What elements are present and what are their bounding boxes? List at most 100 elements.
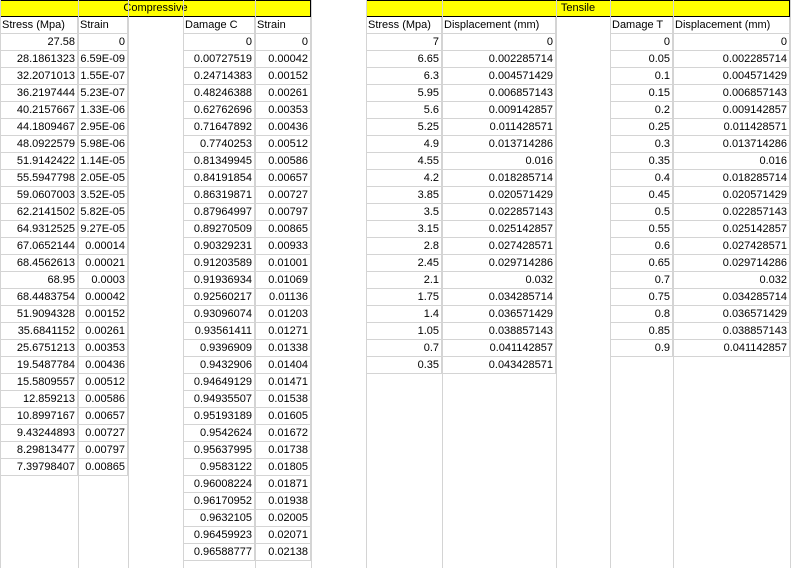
cell-tensile-displacement[interactable]: 0.029714286 xyxy=(442,255,556,272)
cell-compressive-strain[interactable]: 6.59E-09 xyxy=(78,51,128,68)
cell-compressive-strain[interactable]: 5.98E-06 xyxy=(78,136,128,153)
cell-damage-t[interactable]: 0.5 xyxy=(610,204,673,221)
header-strain[interactable]: Strain xyxy=(255,17,311,34)
cell-tensile-displacement[interactable]: 0 xyxy=(442,34,556,51)
cell-tensile-displacement[interactable]: 0.025142857 xyxy=(442,221,556,238)
cell-tensile-stress[interactable]: 4.2 xyxy=(366,170,442,187)
cell-damage-c[interactable]: 0.7740253 xyxy=(183,136,255,153)
cell-compressive-stress[interactable]: 28.1861323 xyxy=(0,51,78,68)
cell-damage-t-displacement[interactable]: 0.016 xyxy=(673,153,790,170)
cell-damage-c-strain[interactable]: 0.01538 xyxy=(255,391,311,408)
cell-compressive-stress[interactable]: 55.5947798 xyxy=(0,170,78,187)
cell-damage-c[interactable]: 0.9432906 xyxy=(183,357,255,374)
cell-damage-c[interactable]: 0.00727519 xyxy=(183,51,255,68)
cell-tensile-displacement[interactable]: 0.027428571 xyxy=(442,238,556,255)
cell-compressive-stress[interactable]: 67.0652144 xyxy=(0,238,78,255)
cell-damage-c-strain[interactable]: 0.01001 xyxy=(255,255,311,272)
cell-damage-c-strain[interactable]: 0.00933 xyxy=(255,238,311,255)
cell-damage-c[interactable]: 0.90329231 xyxy=(183,238,255,255)
cell-damage-t[interactable]: 0.05 xyxy=(610,51,673,68)
cell-damage-c[interactable]: 0.91936934 xyxy=(183,272,255,289)
cell-tensile-displacement[interactable]: 0.018285714 xyxy=(442,170,556,187)
cell-damage-t-displacement[interactable]: 0.041142857 xyxy=(673,340,790,357)
cell-compressive-strain[interactable]: 0.00021 xyxy=(78,255,128,272)
cell-compressive-stress[interactable]: 10.8997167 xyxy=(0,408,78,425)
cell-compressive-stress[interactable]: 8.29813477 xyxy=(0,442,78,459)
cell-tensile-stress[interactable]: 2.1 xyxy=(366,272,442,289)
cell-damage-c[interactable]: 0.92560217 xyxy=(183,289,255,306)
cell-damage-t[interactable]: 0.55 xyxy=(610,221,673,238)
cell-compressive-strain[interactable]: 0.00512 xyxy=(78,374,128,391)
cell-damage-t-displacement[interactable]: 0.006857143 xyxy=(673,85,790,102)
cell-tensile-stress[interactable]: 2.45 xyxy=(366,255,442,272)
cell-damage-t-displacement[interactable]: 0.025142857 xyxy=(673,221,790,238)
cell-tensile-stress[interactable]: 4.9 xyxy=(366,136,442,153)
cell-tensile-stress[interactable]: 3.85 xyxy=(366,187,442,204)
compressive-title[interactable]: Compressive xyxy=(0,0,311,17)
cell-damage-c-strain[interactable]: 0.01871 xyxy=(255,476,311,493)
cell-damage-t-displacement[interactable]: 0.027428571 xyxy=(673,238,790,255)
cell-tensile-displacement[interactable]: 0.036571429 xyxy=(442,306,556,323)
cell-compressive-stress[interactable]: 19.5487784 xyxy=(0,357,78,374)
cell-damage-c-strain[interactable]: 0.00042 xyxy=(255,51,311,68)
cell-damage-c[interactable]: 0.62762696 xyxy=(183,102,255,119)
cell-tensile-displacement[interactable]: 0.013714286 xyxy=(442,136,556,153)
cell-damage-t[interactable]: 0.15 xyxy=(610,85,673,102)
cell-compressive-strain[interactable]: 0.00797 xyxy=(78,442,128,459)
cell-damage-c[interactable]: 0.96459923 xyxy=(183,527,255,544)
cell-damage-t-displacement[interactable]: 0.018285714 xyxy=(673,170,790,187)
cell-compressive-stress[interactable]: 48.0922579 xyxy=(0,136,78,153)
cell-tensile-stress[interactable]: 3.5 xyxy=(366,204,442,221)
cell-damage-t[interactable]: 0.85 xyxy=(610,323,673,340)
cell-compressive-stress[interactable]: 27.58 xyxy=(0,34,78,51)
cell-compressive-strain[interactable]: 0.00261 xyxy=(78,323,128,340)
cell-damage-c[interactable]: 0.9542624 xyxy=(183,425,255,442)
cell-damage-t[interactable]: 0.35 xyxy=(610,153,673,170)
cell-damage-c[interactable]: 0.84191854 xyxy=(183,170,255,187)
cell-compressive-stress[interactable]: 68.4562613 xyxy=(0,255,78,272)
cell-damage-c[interactable]: 0.9632105 xyxy=(183,510,255,527)
cell-damage-c-strain[interactable]: 0.00657 xyxy=(255,170,311,187)
cell-compressive-stress[interactable]: 68.95 xyxy=(0,272,78,289)
cell-compressive-stress[interactable]: 44.1809467 xyxy=(0,119,78,136)
cell-compressive-stress[interactable]: 15.5809557 xyxy=(0,374,78,391)
cell-tensile-stress[interactable]: 5.6 xyxy=(366,102,442,119)
cell-tensile-displacement[interactable]: 0.022857143 xyxy=(442,204,556,221)
cell-compressive-stress[interactable]: 64.9312525 xyxy=(0,221,78,238)
cell-damage-c-strain[interactable]: 0.01338 xyxy=(255,340,311,357)
cell-damage-t-displacement[interactable]: 0.034285714 xyxy=(673,289,790,306)
cell-damage-c[interactable]: 0.71647892 xyxy=(183,119,255,136)
header-displacement[interactable]: Displacement (mm) xyxy=(442,17,556,34)
cell-compressive-strain[interactable]: 5.82E-05 xyxy=(78,204,128,221)
cell-damage-c-strain[interactable]: 0.01404 xyxy=(255,357,311,374)
cell-damage-c-strain[interactable]: 0.00727 xyxy=(255,187,311,204)
spreadsheet-grid[interactable]: Compressive Tensile Stress (Mpa) Strain Da… xyxy=(0,0,800,568)
cell-tensile-stress[interactable]: 7 xyxy=(366,34,442,51)
cell-tensile-stress[interactable]: 2.8 xyxy=(366,238,442,255)
cell-damage-c-strain[interactable]: 0.00261 xyxy=(255,85,311,102)
cell-compressive-strain[interactable]: 2.05E-05 xyxy=(78,170,128,187)
cell-damage-c-strain[interactable]: 0.00152 xyxy=(255,68,311,85)
cell-tensile-displacement[interactable]: 0.006857143 xyxy=(442,85,556,102)
cell-damage-c-strain[interactable]: 0.01605 xyxy=(255,408,311,425)
cell-damage-c-strain[interactable]: 0.02005 xyxy=(255,510,311,527)
cell-compressive-strain[interactable]: 3.52E-05 xyxy=(78,187,128,204)
cell-damage-t-displacement[interactable]: 0.004571429 xyxy=(673,68,790,85)
cell-compressive-strain[interactable]: 1.55E-07 xyxy=(78,68,128,85)
cell-damage-c[interactable]: 0.81349945 xyxy=(183,153,255,170)
cell-damage-c[interactable]: 0.86319871 xyxy=(183,187,255,204)
cell-compressive-strain[interactable]: 9.27E-05 xyxy=(78,221,128,238)
cell-tensile-stress[interactable]: 1.75 xyxy=(366,289,442,306)
cell-damage-c-strain[interactable]: 0.00436 xyxy=(255,119,311,136)
cell-damage-c[interactable]: 0.94935507 xyxy=(183,391,255,408)
cell-compressive-strain[interactable]: 0.00353 xyxy=(78,340,128,357)
cell-damage-t[interactable]: 0.7 xyxy=(610,272,673,289)
cell-damage-c[interactable]: 0.87964997 xyxy=(183,204,255,221)
cell-compressive-strain[interactable]: 0.00727 xyxy=(78,425,128,442)
cell-damage-c[interactable]: 0.95637995 xyxy=(183,442,255,459)
cell-damage-t-displacement[interactable]: 0.011428571 xyxy=(673,119,790,136)
cell-tensile-stress[interactable]: 3.15 xyxy=(366,221,442,238)
cell-damage-c-strain[interactable]: 0.01203 xyxy=(255,306,311,323)
cell-compressive-stress[interactable]: 62.2141502 xyxy=(0,204,78,221)
cell-tensile-stress[interactable]: 4.55 xyxy=(366,153,442,170)
